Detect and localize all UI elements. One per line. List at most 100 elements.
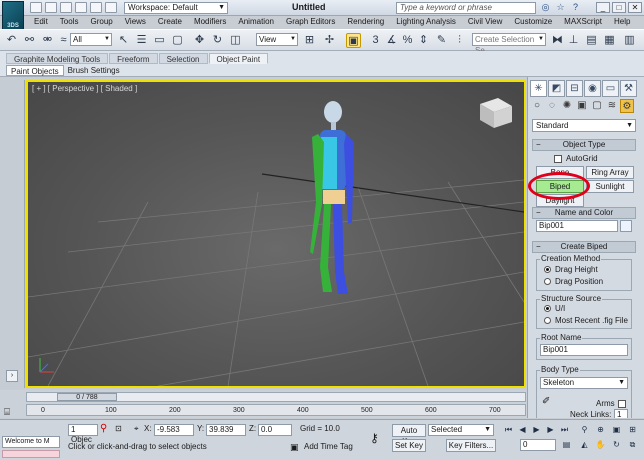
maximize-viewport-icon[interactable]: ⧉	[626, 439, 639, 451]
zoom-extents-all-icon[interactable]: ⊞	[626, 424, 639, 436]
zoom-extents-icon[interactable]: ▣	[610, 424, 623, 436]
workspace-dropdown[interactable]: Workspace: Default ▼	[124, 2, 228, 14]
orbit-icon[interactable]: ↻	[610, 439, 623, 451]
expand-arrow-icon[interactable]: ›	[6, 370, 18, 382]
minimize-button[interactable]: _	[596, 2, 610, 13]
object-color-swatch[interactable]	[620, 220, 632, 232]
maxscript-listener[interactable]: Welcome to M	[2, 436, 60, 448]
category-dropdown[interactable]: Standard ▼	[532, 119, 636, 132]
viewcube-icon[interactable]	[480, 98, 512, 128]
graphite-toggle-icon[interactable]: ▦	[602, 33, 617, 48]
go-to-end-icon[interactable]: ⏭	[558, 424, 571, 436]
menu-civil-view[interactable]: Civil View	[462, 16, 509, 28]
object-name-field[interactable]: Bip001	[536, 220, 618, 232]
name-and-color-rollout-header[interactable]: − Name and Color	[532, 207, 636, 219]
transform-mode-icon[interactable]: ⌖	[134, 423, 139, 435]
mirror-tool-icon[interactable]: ⧓	[550, 33, 565, 48]
star-icon[interactable]: ☆	[555, 2, 566, 13]
selection-filter-dropdown[interactable]: All ▼	[70, 33, 112, 46]
rotate-icon[interactable]: ↻	[210, 33, 225, 48]
maximize-button[interactable]: □	[612, 2, 626, 13]
pin-icon[interactable]: ✐	[542, 397, 550, 407]
select-object-icon[interactable]: ↖	[116, 33, 131, 48]
menu-views[interactable]: Views	[119, 16, 152, 28]
create-biped-rollout-header[interactable]: − Create Biped	[532, 241, 636, 253]
named-selection-set-dropdown[interactable]: Create Selection Se ▼	[472, 33, 546, 55]
pan-view-icon[interactable]: ✋	[594, 439, 607, 451]
viewport-label[interactable]: [ + ] [ Perspective ] [ Shaded ]	[32, 84, 137, 93]
x-coordinate-field[interactable]: -9.583	[154, 424, 194, 436]
utilities-tab-icon[interactable]: ⚒	[620, 80, 637, 97]
redo-icon[interactable]	[90, 2, 102, 13]
undo-icon[interactable]	[75, 2, 87, 13]
drag-position-radio[interactable]	[544, 278, 551, 285]
rectangular-selection-icon[interactable]: ▭	[152, 33, 167, 48]
menu-customize[interactable]: Customize	[508, 16, 558, 28]
hierarchy-tab-icon[interactable]: ⊟	[566, 80, 583, 97]
bind-space-warp-icon[interactable]: ≈	[56, 33, 71, 48]
binoculars-icon[interactable]: ◎	[540, 2, 551, 13]
drag-height-radio[interactable]	[544, 266, 551, 273]
app-logo[interactable]: 3DS	[2, 1, 24, 31]
menu-animation[interactable]: Animation	[232, 16, 280, 28]
create-tab-icon[interactable]: ✳	[530, 80, 547, 97]
subtab-brush-settings[interactable]: Brush Settings	[64, 65, 124, 76]
auto-key-button[interactable]: Auto Key	[392, 424, 426, 446]
close-button[interactable]: ✕	[628, 2, 642, 13]
angle-snap-icon[interactable]: ∡	[384, 33, 399, 48]
edit-named-selection-icon[interactable]: ✎	[434, 33, 449, 48]
cameras-icon[interactable]: ▣	[575, 99, 589, 113]
menu-maxscript[interactable]: MAXScript	[558, 16, 608, 28]
key-icon[interactable]: ⚷	[370, 432, 379, 444]
sunlight-button[interactable]: Sunlight	[586, 180, 634, 193]
tab-graphite-modeling-tools[interactable]: Graphite Modeling Tools	[6, 53, 109, 64]
link-icon[interactable]: ⚯	[22, 33, 37, 48]
most-recent-fig-radio[interactable]	[544, 317, 551, 324]
undo-icon[interactable]: ↶	[4, 33, 19, 48]
add-time-tag[interactable]: Add Time Tag	[304, 441, 353, 453]
modify-tab-icon[interactable]: ◩	[548, 80, 565, 97]
scale-icon[interactable]: ◫	[228, 33, 243, 48]
save-file-icon[interactable]	[60, 2, 72, 13]
curve-editor-icon[interactable]: ▥	[622, 33, 637, 48]
tab-selection[interactable]: Selection	[158, 53, 208, 64]
geometry-icon[interactable]: ○	[530, 99, 544, 113]
menu-edit[interactable]: Edit	[28, 16, 54, 28]
window-crossing-icon[interactable]: ▢	[170, 33, 185, 48]
ui-radio[interactable]	[544, 305, 551, 312]
current-frame-field[interactable]: 0	[520, 439, 556, 451]
unlink-icon[interactable]: ⚮	[40, 33, 55, 48]
time-configuration-icon[interactable]: ▤	[560, 439, 573, 451]
maxscript-listener-output[interactable]	[2, 450, 60, 458]
menu-create[interactable]: Create	[152, 16, 188, 28]
spinner-snap-icon[interactable]: ⇕	[416, 33, 431, 48]
lights-icon[interactable]: ✺	[560, 99, 574, 113]
space-warps-icon[interactable]: ≋	[605, 99, 619, 113]
menu-tools[interactable]: Tools	[54, 16, 85, 28]
perspective-viewport[interactable]: [ + ] [ Perspective ] [ Shaded ]	[26, 80, 526, 388]
new-file-icon[interactable]	[30, 2, 42, 13]
autogrid-checkbox[interactable]	[554, 155, 562, 163]
body-type-dropdown[interactable]: Skeleton ▼	[540, 377, 628, 389]
time-tag-icon[interactable]: ▣	[290, 441, 299, 453]
zoom-all-icon[interactable]: ⊕	[594, 424, 607, 436]
hold-icon[interactable]	[105, 2, 117, 13]
time-slider[interactable]: 0 / 788	[26, 392, 526, 402]
key-mode-dropdown[interactable]: Selected ▼	[428, 424, 494, 436]
pivot-center-icon[interactable]: ⊞	[302, 33, 317, 48]
play-icon[interactable]: ▶	[530, 424, 543, 436]
isolate-icon[interactable]: ⚲	[100, 423, 107, 435]
help-icon[interactable]: ?	[570, 2, 581, 13]
neck-links-field[interactable]: 1	[614, 409, 628, 418]
root-name-field[interactable]: Bip001	[540, 344, 628, 356]
keyboard-shortcut-override-icon[interactable]: ▣	[346, 33, 361, 48]
menu-group[interactable]: Group	[84, 16, 118, 28]
next-frame-icon[interactable]: ▶	[544, 424, 557, 436]
go-to-start-icon[interactable]: ⏮	[502, 424, 515, 436]
previous-frame-icon[interactable]: ◀	[516, 424, 529, 436]
biped-figure[interactable]	[310, 101, 354, 294]
align-icon[interactable]: ⊥	[566, 33, 581, 48]
open-file-icon[interactable]	[45, 2, 57, 13]
menu-help[interactable]: Help	[608, 16, 636, 28]
display-tab-icon[interactable]: ▭	[602, 80, 619, 97]
